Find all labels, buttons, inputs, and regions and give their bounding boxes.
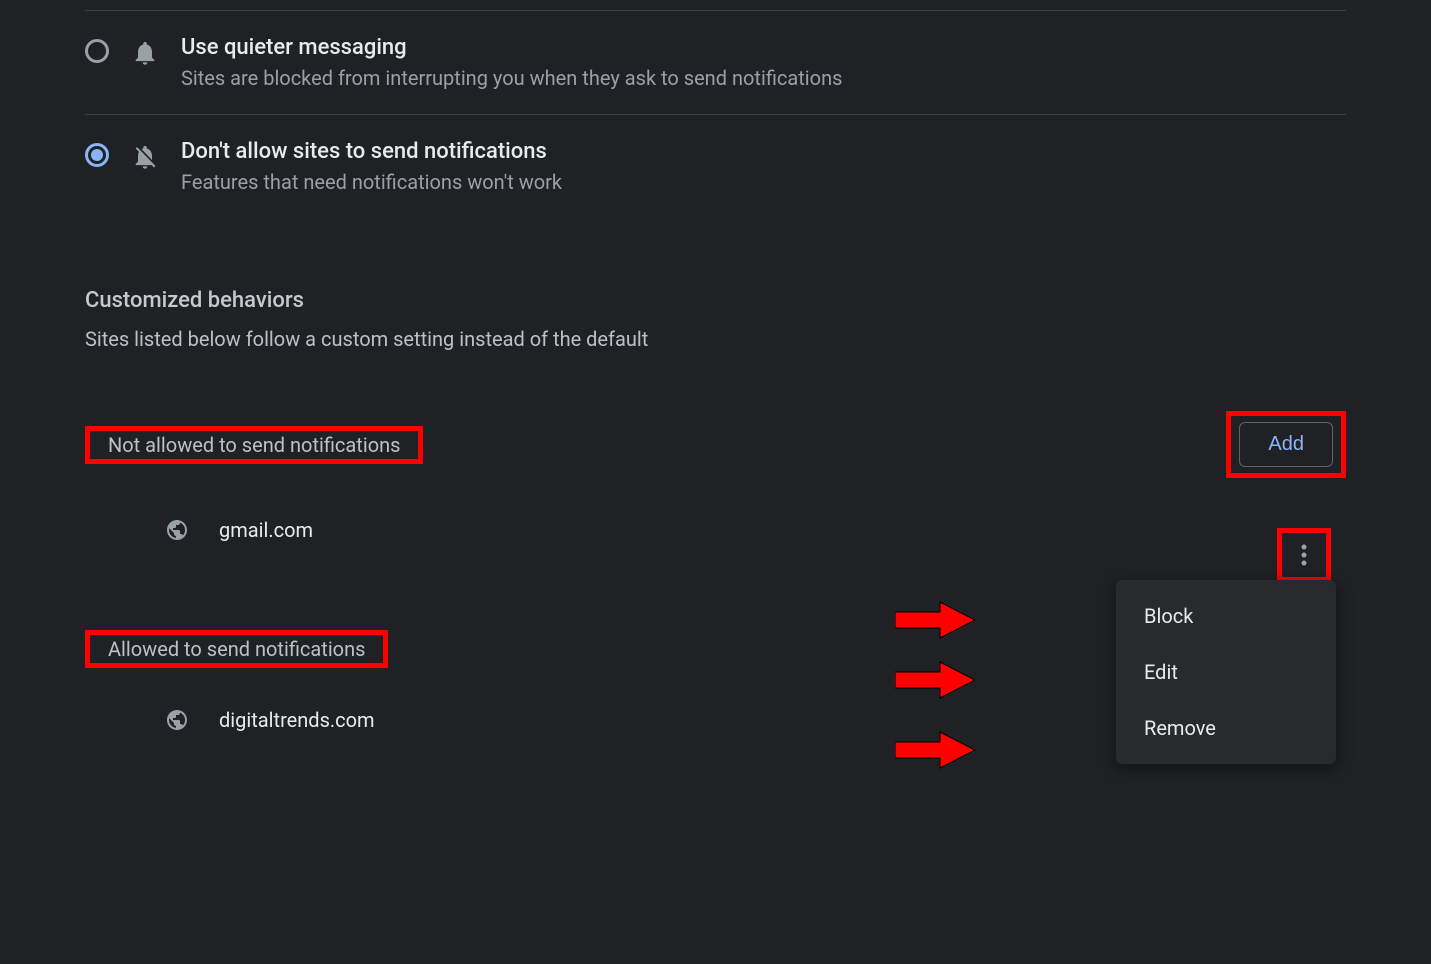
radio-quieter[interactable] [85,39,109,63]
option-quieter-subtitle: Sites are blocked from interrupting you … [181,66,842,90]
annotation-arrow-icon [895,600,975,640]
add-button[interactable]: Add [1239,422,1333,467]
annotation-arrow-icon [895,730,975,770]
not-allowed-header: Not allowed to send notifications Add [85,411,1346,478]
globe-icon [165,708,189,732]
option-dont-allow[interactable]: Don't allow sites to send notifications … [85,114,1346,218]
allowed-title: Allowed to send notifications [98,631,375,667]
customized-behaviors-desc: Sites listed below follow a custom setti… [85,327,1346,351]
annotation-highlight: Not allowed to send notifications [85,426,423,464]
bell-off-icon [131,143,159,171]
option-block-title: Don't allow sites to send notifications [181,139,562,164]
option-quieter-title: Use quieter messaging [181,35,842,60]
option-quieter-messaging[interactable]: Use quieter messaging Sites are blocked … [85,10,1346,114]
annotation-highlight: Add [1226,411,1346,478]
customized-behaviors-heading: Customized behaviors [85,288,1346,313]
site-actions-menu: Block Edit Remove [1116,580,1336,764]
annotation-highlight: Allowed to send notifications [85,630,388,668]
blocked-site-name: gmail.com [219,518,313,542]
menu-block[interactable]: Block [1116,588,1336,644]
annotation-arrow-icon [895,660,975,700]
menu-remove[interactable]: Remove [1116,700,1336,756]
annotation-highlight [1277,528,1331,582]
not-allowed-title: Not allowed to send notifications [98,427,410,463]
more-actions-button[interactable] [1284,535,1324,575]
blocked-site-row: gmail.com [85,498,1346,562]
allowed-site-name: digitaltrends.com [219,708,375,732]
radio-dont-allow[interactable] [85,143,109,167]
globe-icon [165,518,189,542]
option-block-subtitle: Features that need notifications won't w… [181,170,562,194]
menu-edit[interactable]: Edit [1116,644,1336,700]
bell-icon [131,39,159,67]
